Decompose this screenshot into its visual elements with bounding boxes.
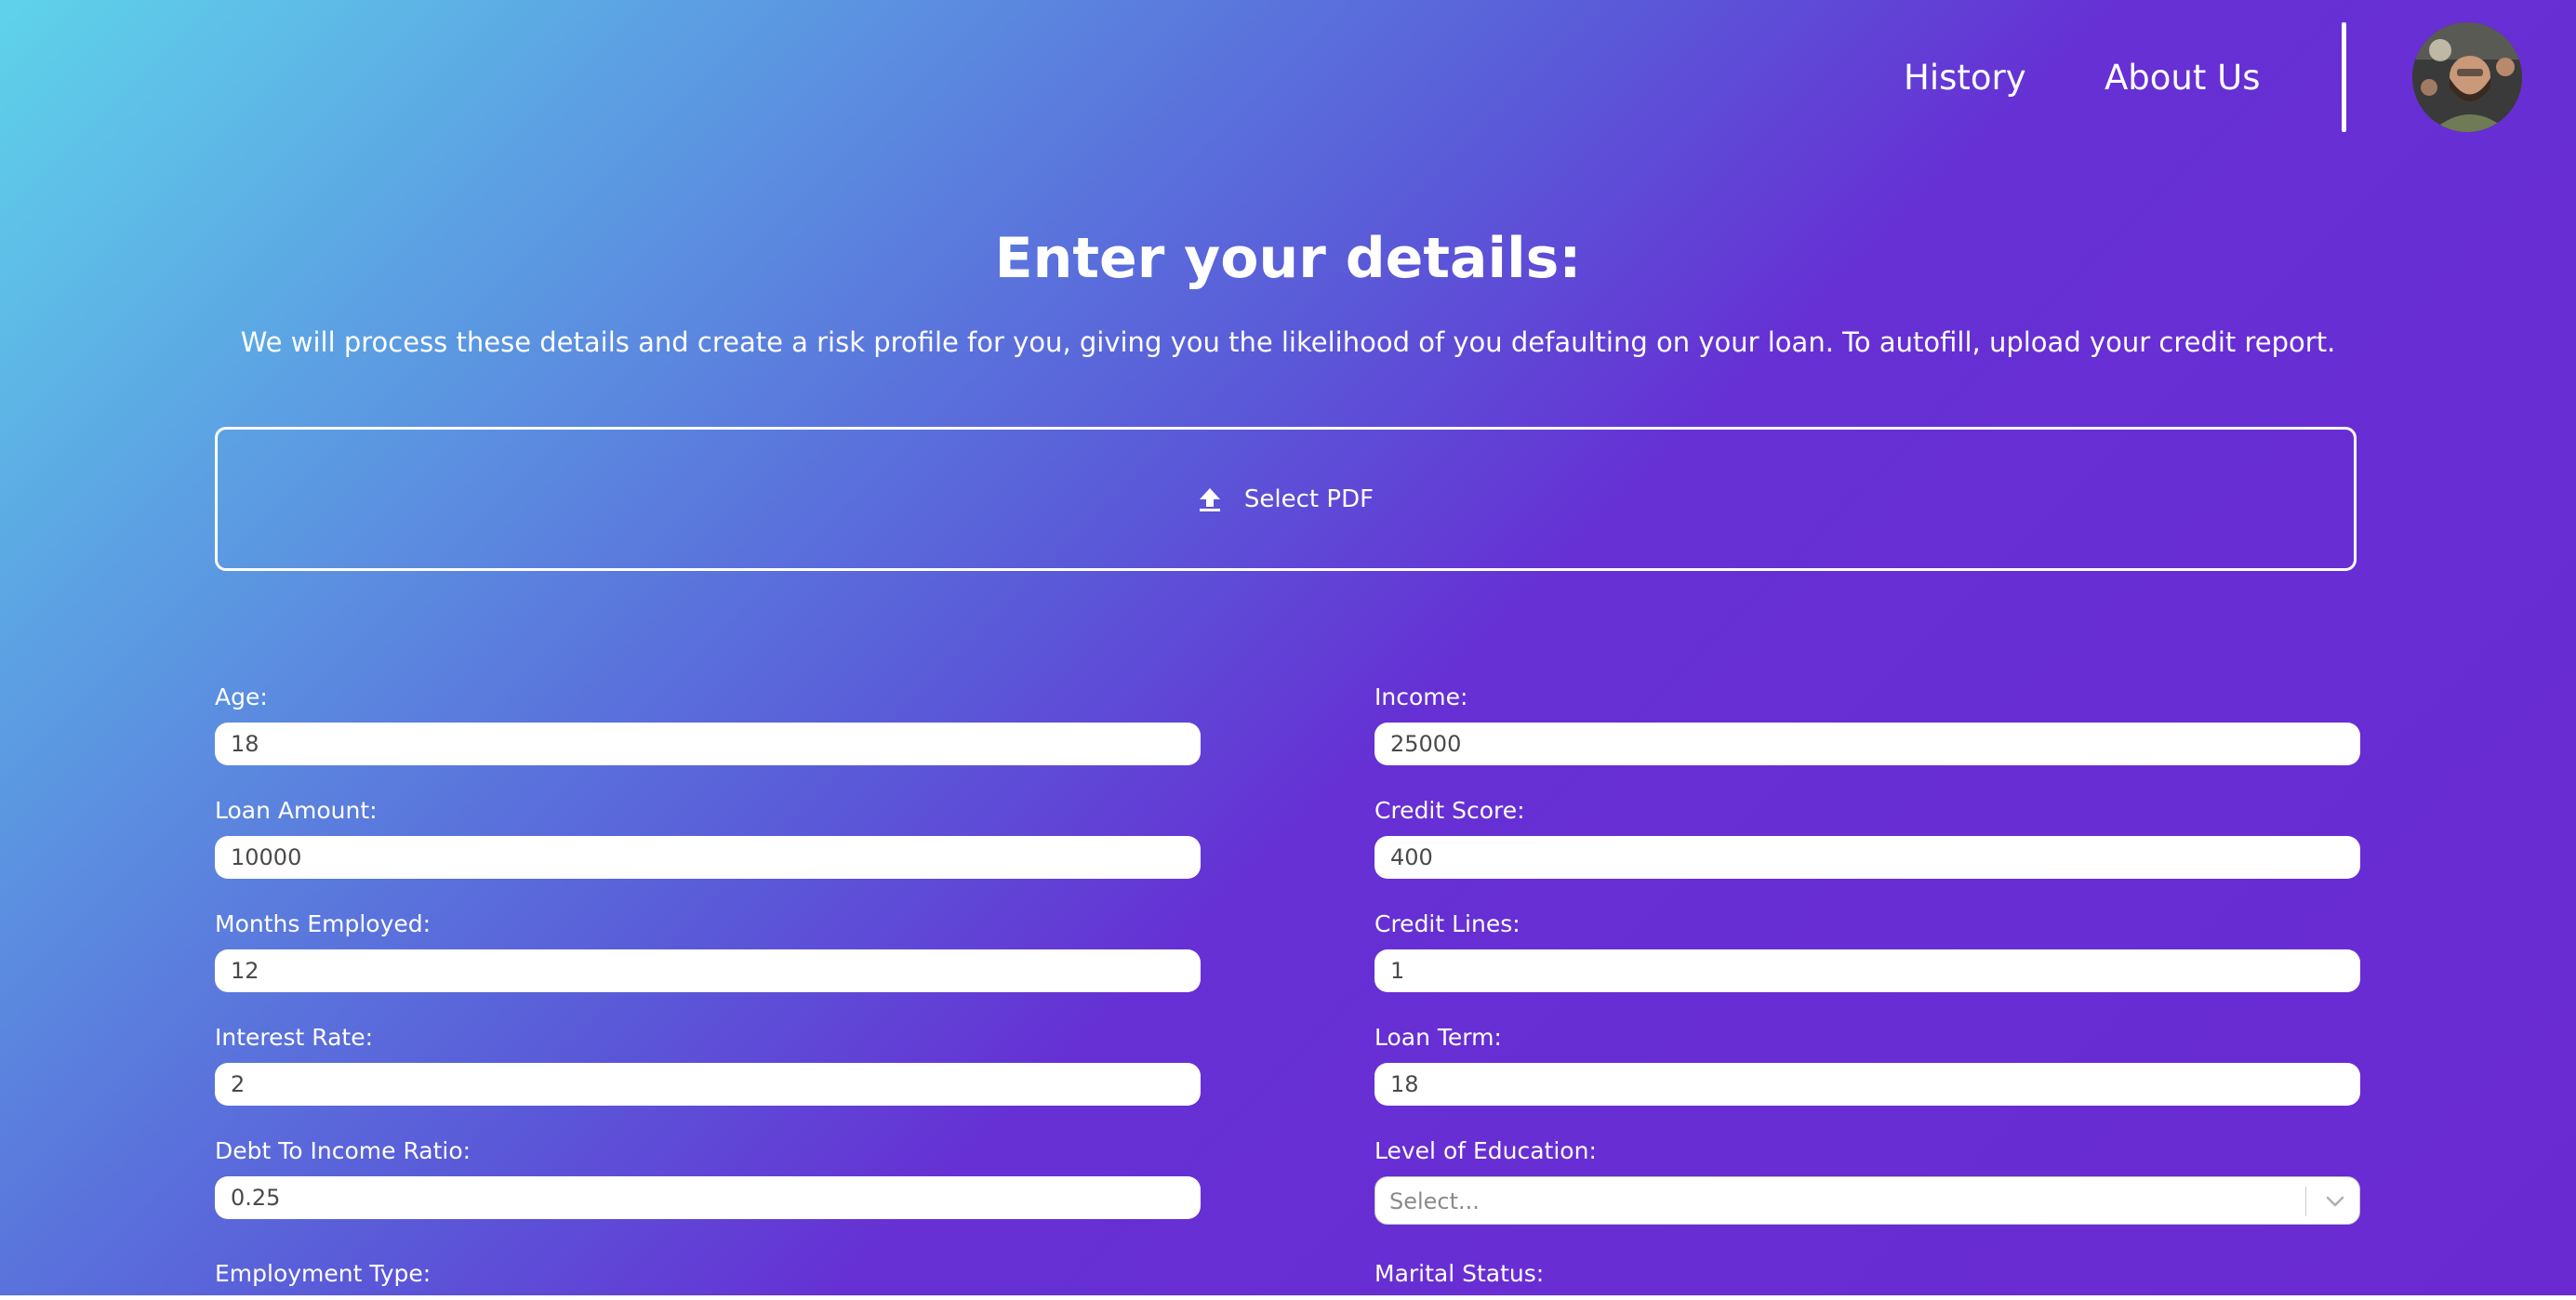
loan-term-field-group: Loan Term: <box>1374 1022 2360 1106</box>
upload-icon <box>1198 486 1222 512</box>
select-separator <box>2305 1187 2306 1216</box>
page-title: Enter your details: <box>994 226 1582 291</box>
page-subtitle: We will process these details and create… <box>240 326 2336 358</box>
debt-to-income-label: Debt To Income Ratio: <box>215 1137 471 1164</box>
marital-status-label: Marital Status: <box>1374 1260 1545 1287</box>
months-employed-input[interactable] <box>215 949 1201 992</box>
education-select-placeholder: Select... <box>1389 1188 1480 1214</box>
loan-amount-input[interactable] <box>215 836 1201 879</box>
avatar-photo-icon <box>2412 22 2522 132</box>
months-employed-field-group: Months Employed: <box>215 909 1201 992</box>
loan-term-label: Loan Term: <box>1374 1024 1502 1051</box>
interest-rate-label: Interest Rate: <box>215 1024 374 1051</box>
income-label: Income: <box>1374 683 1468 710</box>
debt-to-income-input[interactable] <box>215 1176 1201 1219</box>
credit-score-label: Credit Score: <box>1374 797 1525 824</box>
education-select[interactable]: Select... <box>1374 1176 2360 1225</box>
page-bottom-edge <box>0 1295 2576 1300</box>
select-pdf-label: Select PDF <box>1243 484 1374 513</box>
chevron-down-icon[interactable] <box>2317 1177 2354 1226</box>
nav-divider <box>2342 22 2346 132</box>
nav-history-link[interactable]: History <box>1904 50 2026 106</box>
pdf-upload-dropzone[interactable]: Select PDF <box>215 427 2357 571</box>
loan-term-input[interactable] <box>1374 1063 2360 1106</box>
upload-content: Select PDF <box>1198 484 1374 515</box>
credit-score-field-group: Credit Score: <box>1374 795 2360 879</box>
credit-lines-field-group: Credit Lines: <box>1374 909 2360 992</box>
education-field-group: Level of Education: Select... <box>1374 1135 2360 1225</box>
employment-type-label: Employment Type: <box>215 1260 432 1287</box>
employment-type-field-group: Employment Type: <box>215 1258 1201 1290</box>
debt-to-income-field-group: Debt To Income Ratio: <box>215 1135 1201 1219</box>
income-input[interactable] <box>1374 723 2360 765</box>
nav-about-us-link[interactable]: About Us <box>2105 50 2261 106</box>
loan-amount-label: Loan Amount: <box>215 797 378 824</box>
marital-status-field-group: Marital Status: <box>1374 1258 2360 1290</box>
age-input[interactable] <box>215 723 1201 765</box>
age-label: Age: <box>215 683 268 710</box>
loan-amount-field-group: Loan Amount: <box>215 795 1201 879</box>
interest-rate-input[interactable] <box>215 1063 1201 1106</box>
user-avatar[interactable] <box>2412 22 2522 132</box>
education-label: Level of Education: <box>1374 1137 1597 1164</box>
income-field-group: Income: <box>1374 682 2360 765</box>
credit-lines-input[interactable] <box>1374 949 2360 992</box>
credit-lines-label: Credit Lines: <box>1374 910 1520 937</box>
interest-rate-field-group: Interest Rate: <box>215 1022 1201 1106</box>
credit-score-input[interactable] <box>1374 836 2360 879</box>
age-field-group: Age: <box>215 682 1201 765</box>
months-employed-label: Months Employed: <box>215 910 432 937</box>
